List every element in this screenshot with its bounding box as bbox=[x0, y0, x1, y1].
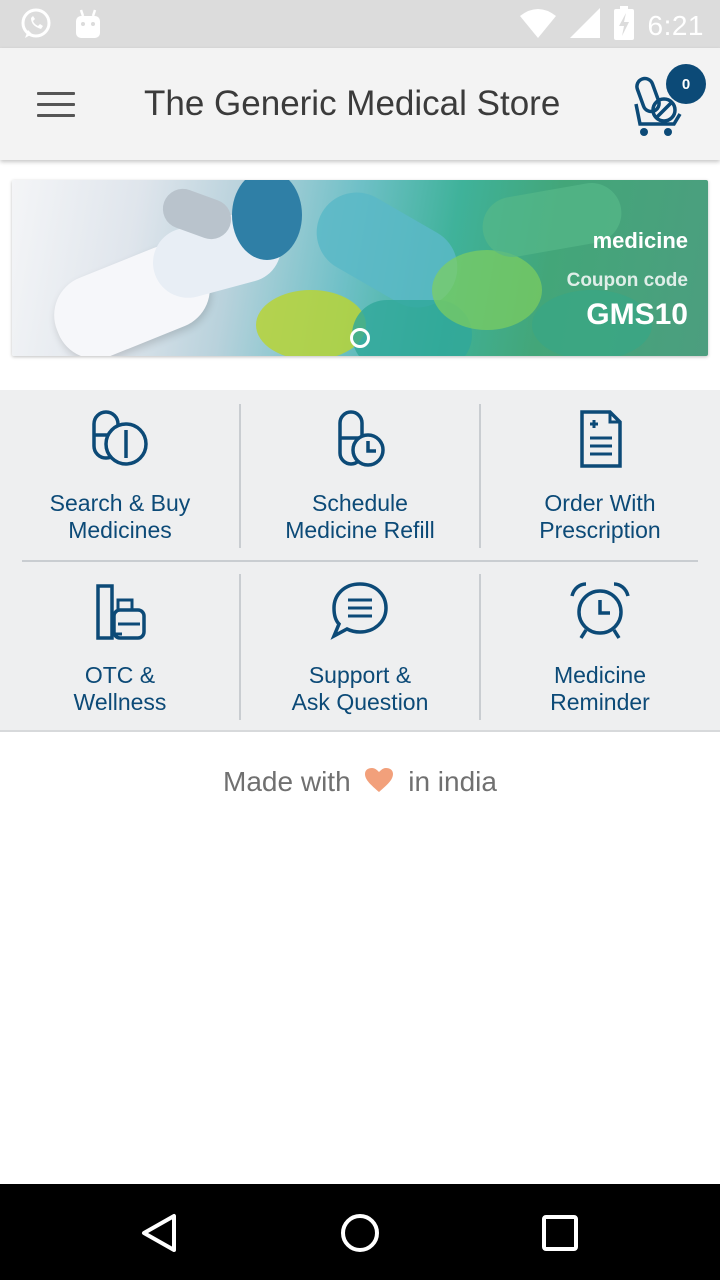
app-title: The Generic Medical Store bbox=[144, 84, 561, 123]
wellness-bottles-icon bbox=[88, 580, 152, 642]
promo-banner[interactable]: medicine Coupon code GMS10 bbox=[12, 180, 708, 356]
banner-title: medicine bbox=[592, 228, 688, 253]
pill-image bbox=[232, 180, 302, 260]
made-with-text: Made with bbox=[223, 766, 351, 797]
chat-bubble-icon bbox=[328, 580, 392, 642]
tile-label-line: Wellness bbox=[73, 689, 167, 715]
tile-label-line: Order With bbox=[544, 490, 656, 516]
tile-support-ask-question[interactable]: Support & Ask Question bbox=[240, 562, 480, 732]
tile-label-line: Medicine bbox=[553, 662, 647, 688]
hamburger-menu-icon[interactable] bbox=[28, 76, 84, 132]
system-nav-bar bbox=[0, 1184, 720, 1280]
made-with-footer: Made with in india bbox=[0, 766, 720, 800]
recents-icon[interactable] bbox=[535, 1208, 585, 1258]
back-icon[interactable] bbox=[136, 1208, 186, 1258]
feature-grid: Search & Buy Medicines Schedule Medicine… bbox=[0, 390, 720, 732]
android-icon bbox=[74, 8, 102, 45]
tile-medicine-reminder[interactable]: Medicine Reminder bbox=[480, 562, 720, 732]
tile-otc-wellness[interactable]: OTC & Wellness bbox=[0, 562, 240, 732]
pill-image bbox=[256, 290, 366, 356]
whatsapp-icon bbox=[18, 6, 54, 47]
tile-label-line: Schedule bbox=[312, 490, 408, 516]
coupon-code: GMS10 bbox=[586, 298, 688, 331]
wifi-icon bbox=[519, 8, 556, 43]
status-time: 6:21 bbox=[647, 9, 704, 41]
grid-divider bbox=[479, 574, 481, 720]
heart-icon bbox=[364, 767, 394, 800]
tile-label-line: OTC & bbox=[84, 662, 156, 688]
tile-order-with-prescription[interactable]: Order With Prescription bbox=[480, 390, 720, 560]
grid-divider bbox=[239, 404, 241, 548]
cellular-icon bbox=[569, 8, 600, 43]
tile-label-line: Support & bbox=[308, 662, 412, 688]
carousel-indicator-dot[interactable] bbox=[350, 328, 370, 348]
grid-divider bbox=[239, 574, 241, 720]
alarm-clock-icon bbox=[568, 580, 632, 642]
grid-divider bbox=[479, 404, 481, 548]
tile-label-line: Ask Question bbox=[291, 689, 429, 715]
grid-divider bbox=[22, 560, 698, 562]
home-icon[interactable] bbox=[335, 1208, 385, 1258]
tile-label-line: Medicines bbox=[68, 517, 172, 543]
tile-label-line: Prescription bbox=[539, 517, 661, 543]
status-bar: 6:21 bbox=[0, 0, 720, 48]
cart-button[interactable]: 0 bbox=[628, 64, 708, 148]
in-india-text: in india bbox=[408, 766, 497, 797]
tile-label-line: Search & Buy bbox=[49, 490, 191, 516]
pill-clock-icon bbox=[328, 408, 392, 470]
tile-label-line: Reminder bbox=[550, 689, 650, 715]
battery-charging-icon bbox=[613, 6, 634, 45]
cart-count-badge: 0 bbox=[666, 64, 706, 104]
pills-icon bbox=[88, 408, 152, 470]
tile-label-line: Medicine Refill bbox=[285, 517, 435, 543]
pill-image bbox=[432, 250, 542, 330]
prescription-document-icon bbox=[568, 408, 632, 470]
app-bar: The Generic Medical Store 0 bbox=[0, 48, 720, 160]
coupon-label: Coupon code bbox=[566, 270, 688, 291]
tile-search-buy-medicines[interactable]: Search & Buy Medicines bbox=[0, 390, 240, 560]
tile-schedule-medicine-refill[interactable]: Schedule Medicine Refill bbox=[240, 390, 480, 560]
